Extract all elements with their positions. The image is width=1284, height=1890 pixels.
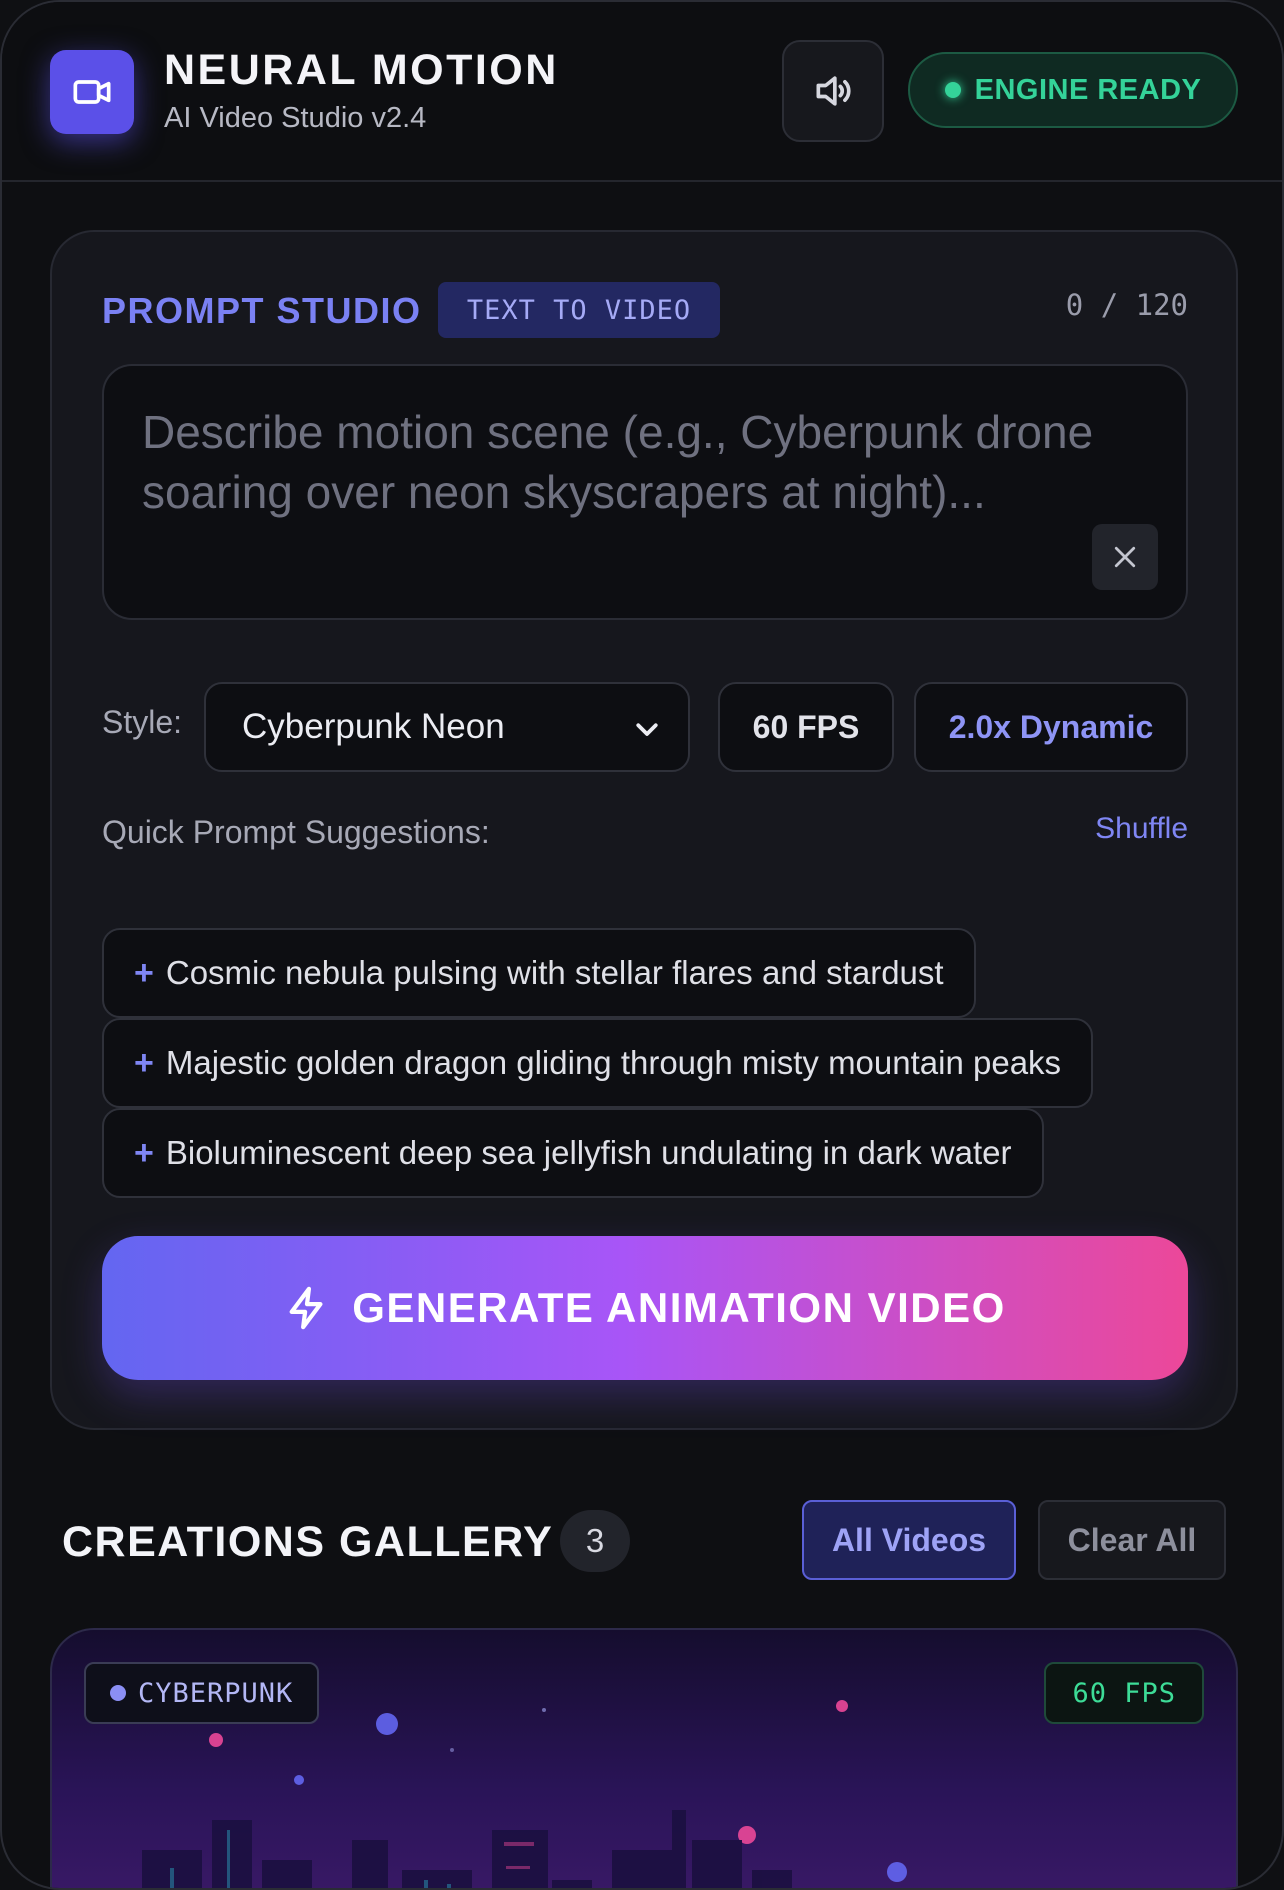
chevron-down-icon: [636, 723, 658, 736]
generate-video-button[interactable]: GENERATE ANIMATION VIDEO: [102, 1236, 1188, 1380]
app-frame: NEURAL MOTION AI Video Studio v2.4 ENGIN…: [0, 0, 1284, 1890]
video-style-tag: CYBERPUNK: [84, 1662, 320, 1724]
clear-all-button[interactable]: Clear All: [1038, 1500, 1226, 1580]
shuffle-suggestions-link[interactable]: Shuffle: [1095, 812, 1188, 846]
style-dot-icon: [110, 1685, 126, 1701]
prompt-studio-card: PROMPT STUDIO TEXT TO VIDEO 0 / 120 Styl…: [50, 230, 1238, 1430]
suggestion-chip[interactable]: + Bioluminescent deep sea jellyfish undu…: [102, 1108, 1044, 1198]
prompt-studio-label: PROMPT STUDIO: [102, 290, 422, 331]
speaker-icon: [816, 76, 851, 106]
filter-all-videos-button[interactable]: All Videos: [802, 1500, 1016, 1580]
char-counter: 0 / 120: [1065, 288, 1188, 322]
gallery-count-badge: 3: [560, 1510, 630, 1572]
prompt-textarea[interactable]: [104, 366, 1186, 618]
plus-icon: +: [134, 953, 154, 992]
video-style-text: CYBERPUNK: [138, 1677, 294, 1709]
app-subtitle: AI Video Studio v2.4: [164, 102, 427, 134]
video-card[interactable]: CYBERPUNK 60 FPS: [50, 1628, 1238, 1888]
quick-suggestions-label: Quick Prompt Suggestions:: [102, 814, 490, 850]
mode-badge: TEXT TO VIDEO: [438, 282, 720, 338]
app-logo: [50, 50, 134, 134]
plus-icon: +: [134, 1043, 154, 1082]
lightning-bolt-icon: [289, 1286, 323, 1330]
engine-status-text: ENGINE READY: [974, 73, 1202, 106]
app-header: NEURAL MOTION AI Video Studio v2.4 ENGIN…: [2, 2, 1282, 182]
suggestion-text: Cosmic nebula pulsing with stellar flare…: [165, 954, 944, 991]
style-select[interactable]: Cyberpunk Neon: [204, 682, 690, 772]
video-camera-icon: [73, 80, 111, 104]
status-dot-icon: [944, 82, 961, 98]
style-select-value: Cyberpunk Neon: [242, 707, 505, 746]
fps-toggle-button[interactable]: 60 FPS: [718, 682, 894, 772]
motion-speed-button[interactable]: 2.0x Dynamic: [914, 682, 1188, 772]
video-fps-tag: 60 FPS: [1044, 1662, 1204, 1724]
suggestion-text: Majestic golden dragon gliding through m…: [165, 1044, 1062, 1081]
engine-status-badge: ENGINE READY: [908, 52, 1238, 128]
style-label: Style:: [102, 704, 183, 740]
prompt-input-container: [102, 364, 1188, 620]
close-icon: [1114, 546, 1136, 568]
suggestion-chip[interactable]: + Cosmic nebula pulsing with stellar fla…: [102, 928, 976, 1018]
app-title: NEURAL MOTION: [164, 46, 559, 94]
generate-button-label: GENERATE ANIMATION VIDEO: [352, 1284, 1006, 1331]
suggestion-text: Bioluminescent deep sea jellyfish undula…: [165, 1134, 1012, 1171]
clear-prompt-button[interactable]: [1092, 524, 1158, 590]
suggestion-chip[interactable]: + Majestic golden dragon gliding through…: [102, 1018, 1094, 1108]
plus-icon: +: [134, 1133, 154, 1172]
gallery-title: CREATIONS GALLERY: [62, 1518, 554, 1566]
sound-toggle-button[interactable]: [782, 40, 884, 142]
